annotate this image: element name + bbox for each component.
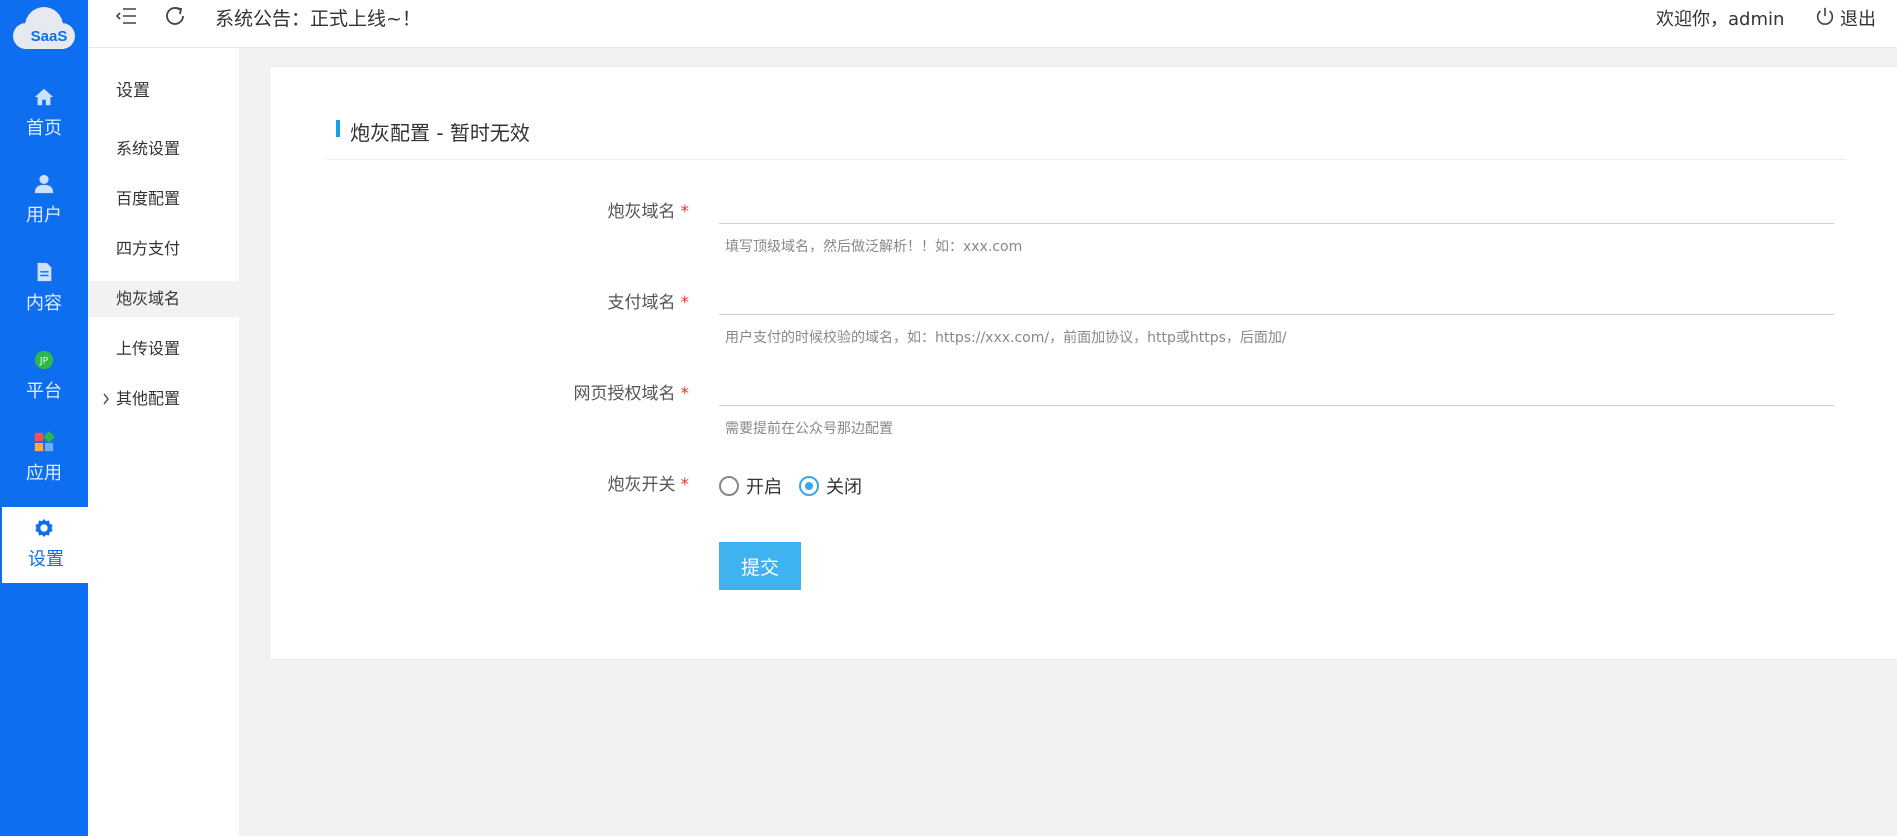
radio-label: 关闭 <box>826 477 862 498</box>
field-label-decoy-domain: 炮灰域名 * <box>607 202 690 222</box>
field-hint: 用户支付的时候校验的域名，如：https://xxx.com/，前面加协议，ht… <box>725 330 1287 346</box>
document-icon <box>37 262 52 282</box>
decoy-domain-input[interactable] <box>719 190 1834 224</box>
required-mark: * <box>680 384 690 404</box>
radio-label: 开启 <box>746 477 782 498</box>
sidebar-item-system-settings[interactable]: 系统设置 <box>88 131 239 167</box>
rail-item-content[interactable]: 内容 <box>0 251 88 327</box>
title-divider <box>326 67 1846 160</box>
sidebar-item-baidu-config[interactable]: 百度配置 <box>88 181 239 217</box>
logo-text: SaaS <box>30 28 68 45</box>
home-icon <box>34 88 54 106</box>
required-mark: * <box>680 475 690 495</box>
sidebar-item-label: 系统设置 <box>116 139 181 158</box>
sidebar-item-label: 其他配置 <box>116 389 181 408</box>
config-card: 炮灰配置 - 暂时无效 炮灰域名 * 填写顶级域名，然后做泛解析！！如：xxx.c… <box>269 66 1897 660</box>
rail-item-label: 平台 <box>26 381 62 402</box>
rail-item-settings[interactable]: 设置 <box>2 507 88 583</box>
chevron-right-icon <box>103 393 109 405</box>
main-nav-rail: SaaS 首页 用户 内容 JP 平台 应用 设置 <box>0 0 88 836</box>
field-hint: 填写顶级域名，然后做泛解析！！如：xxx.com <box>725 239 1023 255</box>
rail-item-label: 设置 <box>28 549 64 570</box>
apps-grid-icon <box>34 431 55 452</box>
top-header: 系统公告：正式上线~！ 欢迎你，admin 退出 <box>88 0 1897 48</box>
payment-domain-input[interactable] <box>719 281 1834 315</box>
radio-circle-checked <box>799 476 819 496</box>
rail-item-apps[interactable]: 应用 <box>0 421 88 497</box>
welcome-text: 欢迎你，admin <box>1656 9 1785 30</box>
radio-circle <box>719 476 739 496</box>
rail-item-label: 用户 <box>26 205 62 226</box>
sidebar-item-label: 四方支付 <box>116 239 181 258</box>
saas-logo[interactable]: SaaS <box>6 0 82 60</box>
field-label-payment-domain: 支付域名 * <box>607 293 690 313</box>
required-mark: * <box>680 202 690 222</box>
field-label-decoy-switch: 炮灰开关 * <box>607 475 690 495</box>
rail-item-label: 内容 <box>26 293 62 314</box>
sidebar-item-label: 百度配置 <box>116 189 181 208</box>
sidebar-item-label: 上传设置 <box>116 339 181 358</box>
user-icon <box>34 174 54 194</box>
power-icon <box>1816 7 1834 25</box>
sidebar-title: 设置 <box>116 81 150 101</box>
submit-button[interactable]: 提交 <box>719 542 801 590</box>
refresh-icon[interactable] <box>163 4 187 28</box>
platform-icon: JP <box>34 350 54 370</box>
logout-label: 退出 <box>1840 9 1876 30</box>
rail-item-home[interactable]: 首页 <box>0 76 88 152</box>
svg-text:JP: JP <box>39 356 49 367</box>
sidebar-item-other-config[interactable]: 其他配置 <box>88 381 239 417</box>
menu-toggle-icon[interactable] <box>115 4 139 28</box>
settings-sidebar: 设置 系统设置 百度配置 四方支付 炮灰域名 上传设置 其他配置 <box>88 0 239 836</box>
sidebar-item-upload-settings[interactable]: 上传设置 <box>88 331 239 367</box>
rail-item-label: 首页 <box>26 118 62 139</box>
sidebar-item-quad-payment[interactable]: 四方支付 <box>88 231 239 267</box>
system-notice: 系统公告：正式上线~！ <box>215 8 421 30</box>
sidebar-item-decoy-domain[interactable]: 炮灰域名 <box>88 281 239 317</box>
oauth-domain-input[interactable] <box>719 372 1834 406</box>
field-label-oauth-domain: 网页授权域名 * <box>573 384 690 404</box>
field-hint: 需要提前在公众号那边配置 <box>725 421 893 437</box>
sidebar-item-label: 炮灰域名 <box>116 289 181 308</box>
required-mark: * <box>680 293 690 313</box>
rail-item-platform[interactable]: JP 平台 <box>0 339 88 415</box>
rail-item-label: 应用 <box>26 463 62 484</box>
rail-item-users[interactable]: 用户 <box>0 163 88 239</box>
gear-icon <box>35 518 53 538</box>
